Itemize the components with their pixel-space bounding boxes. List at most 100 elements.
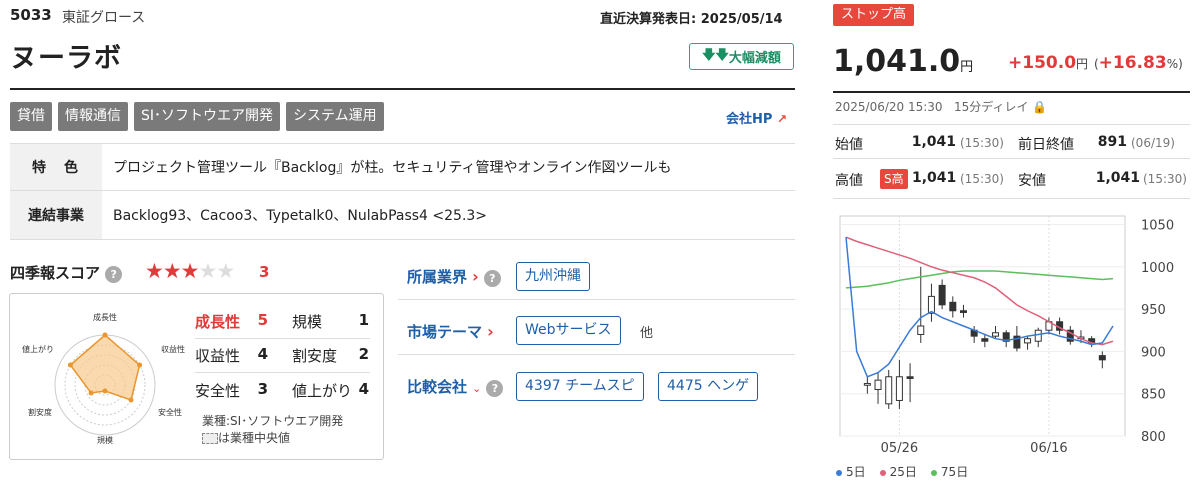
revision-badge[interactable]: 🡇🡇 大幅減額 [689, 43, 794, 70]
star-filled-icon: ★ [162, 259, 182, 283]
star-empty-icon: ★ [198, 259, 217, 283]
star-filled-icon: ★ [145, 259, 164, 283]
company-name: ヌーラボ [10, 43, 122, 74]
legend-ma75: 75日 [930, 463, 968, 480]
candle-body [949, 301, 957, 312]
industry-label[interactable]: 所属業界 › ? [407, 266, 501, 287]
x-tick-label: 05/26 [881, 441, 918, 456]
median-legend-swatch [202, 433, 218, 444]
help-icon[interactable]: ? [105, 266, 123, 283]
score-item-label: 成長性 [195, 313, 241, 331]
high-time: (15:30) [960, 172, 1004, 186]
low-value: 1,041 [1095, 170, 1140, 186]
score-stars: ★★★★★ [145, 259, 235, 283]
divider [398, 354, 795, 355]
candle-body [981, 338, 989, 342]
low-time: (15:30) [1143, 172, 1187, 186]
theme-label[interactable]: 市場テーマ › [407, 321, 494, 342]
score-value: 3 [259, 263, 270, 281]
divider [833, 124, 1190, 125]
prev-close-date: (06/19) [1131, 136, 1175, 150]
score-item-value: 4 [257, 345, 268, 363]
stop-high-small-badge: S高 [880, 168, 908, 189]
consolidated-row: 連結事業 Backlog93、Cacoo3、Typetalk0、NulabPas… [10, 191, 795, 240]
theme-chip[interactable]: Webサービス [516, 316, 621, 345]
quote-time: 2025/06/20 15:30 15分ディレイ 🔒 [835, 100, 1048, 114]
candle-body [938, 284, 946, 306]
stock-chart[interactable]: 800 850 900 950 1000 1050 05/26 06/16 [833, 208, 1193, 460]
candle-body [885, 376, 893, 405]
score-item-value: 1 [358, 311, 369, 329]
score-item-value: 2 [358, 345, 369, 363]
candle-body [1034, 329, 1042, 342]
legend-ma5: 5日 [836, 463, 866, 480]
company-hp-link[interactable]: 会社HP ↗ [726, 108, 787, 127]
compare-chip[interactable]: 4475 ヘンゲ [658, 372, 759, 401]
radar-label: 成長性 [93, 312, 117, 322]
industry-chip[interactable]: 九州沖縄 [516, 262, 590, 291]
high-value: 1,041 [912, 170, 957, 186]
ma5-line [845, 237, 1114, 378]
divider [833, 198, 1190, 199]
external-link-icon: ↗ [776, 112, 788, 126]
tag-item[interactable]: SI･ソフトウエア開発 [134, 102, 281, 131]
y-tick-label: 800 [1141, 430, 1166, 445]
y-tick-label: 1050 [1141, 218, 1174, 233]
y-tick-label: 1000 [1141, 261, 1174, 276]
quote-divider [833, 91, 1190, 93]
score-note: 業種:SI･ソフトウエア開発 は業種中央値 [202, 414, 344, 445]
price-change: +150.0円 (+16.83%) [1008, 53, 1183, 73]
score-item-value: 4 [358, 379, 369, 398]
consolidated-text: Backlog93、Cacoo3、Typetalk0、NulabPass4 <2… [113, 208, 488, 224]
score-item-value: 5 [257, 311, 268, 329]
market-name: 東証グロース [62, 10, 146, 26]
open-time: (15:30) [960, 136, 1004, 150]
radar-chart: 成長性 収益性 安全性 規模 割安度 値上がり [22, 312, 185, 445]
candle-body [917, 325, 925, 335]
prev-close-label: 前日終値 [1018, 137, 1074, 153]
score-item-label: 規模 [292, 313, 323, 331]
chevron-right-icon: › [487, 322, 494, 341]
x-axis: 05/26 06/16 [881, 441, 1068, 456]
divider [833, 158, 1190, 159]
help-icon[interactable]: ? [486, 380, 504, 397]
y-tick-label: 900 [1141, 345, 1166, 360]
radar-label: 収益性 [161, 344, 185, 354]
tag-item[interactable]: システム運用 [286, 102, 384, 131]
ma25-line [845, 236, 1114, 346]
theme-more[interactable]: 他 [640, 322, 653, 341]
tag-item[interactable]: 情報通信 [58, 102, 128, 131]
y-tick-label: 850 [1141, 388, 1166, 403]
compare-label[interactable]: 比較会社 ⌄ ? [407, 376, 504, 397]
score-item-label: 安全性 [195, 381, 241, 400]
divider [398, 299, 795, 300]
radar-label: 安全性 [158, 407, 182, 417]
score-item-label: 値上がり [292, 381, 353, 400]
score-grid: 成長性 5 規模 1 収益性 4 割安度 2 安全性 3 値上がり 4 [195, 305, 370, 407]
prev-close-value: 891 [1097, 134, 1127, 150]
header-divider [10, 88, 795, 90]
chevron-right-icon: › [472, 267, 479, 286]
stop-high-badge: ストップ高 [833, 4, 915, 26]
candle-body [1024, 338, 1032, 344]
score-row: 成長性 5 規模 1 [195, 305, 370, 339]
tag-item[interactable]: 貸借 [10, 102, 52, 131]
candle-body [863, 383, 871, 386]
stock-code: 5033 [10, 6, 52, 24]
earnings-date: 直近決算発表日: 2025/05/14 [600, 12, 783, 27]
help-icon[interactable]: ? [483, 270, 501, 287]
candle-body [959, 310, 967, 313]
candle-body [906, 376, 914, 379]
score-item-label: 収益性 [195, 347, 241, 365]
compare-chip[interactable]: 4397 チームスピ [516, 372, 644, 401]
x-tick-label: 06/16 [1030, 441, 1067, 456]
feature-label: 特 色 [10, 144, 102, 190]
radar-label: 割安度 [28, 407, 52, 417]
feature-row: 特 色 プロジェクト管理ツール『Backlog』が柱。セキュリティ管理やオンライ… [10, 143, 795, 191]
double-down-arrow-icon: 🡇🡇 [702, 47, 729, 63]
consolidated-label: 連結事業 [10, 191, 102, 239]
score-row: 収益性 4 割安度 2 [195, 339, 370, 373]
y-tick-label: 950 [1141, 303, 1166, 318]
star-empty-icon: ★ [216, 259, 235, 283]
candle-body [874, 379, 882, 390]
